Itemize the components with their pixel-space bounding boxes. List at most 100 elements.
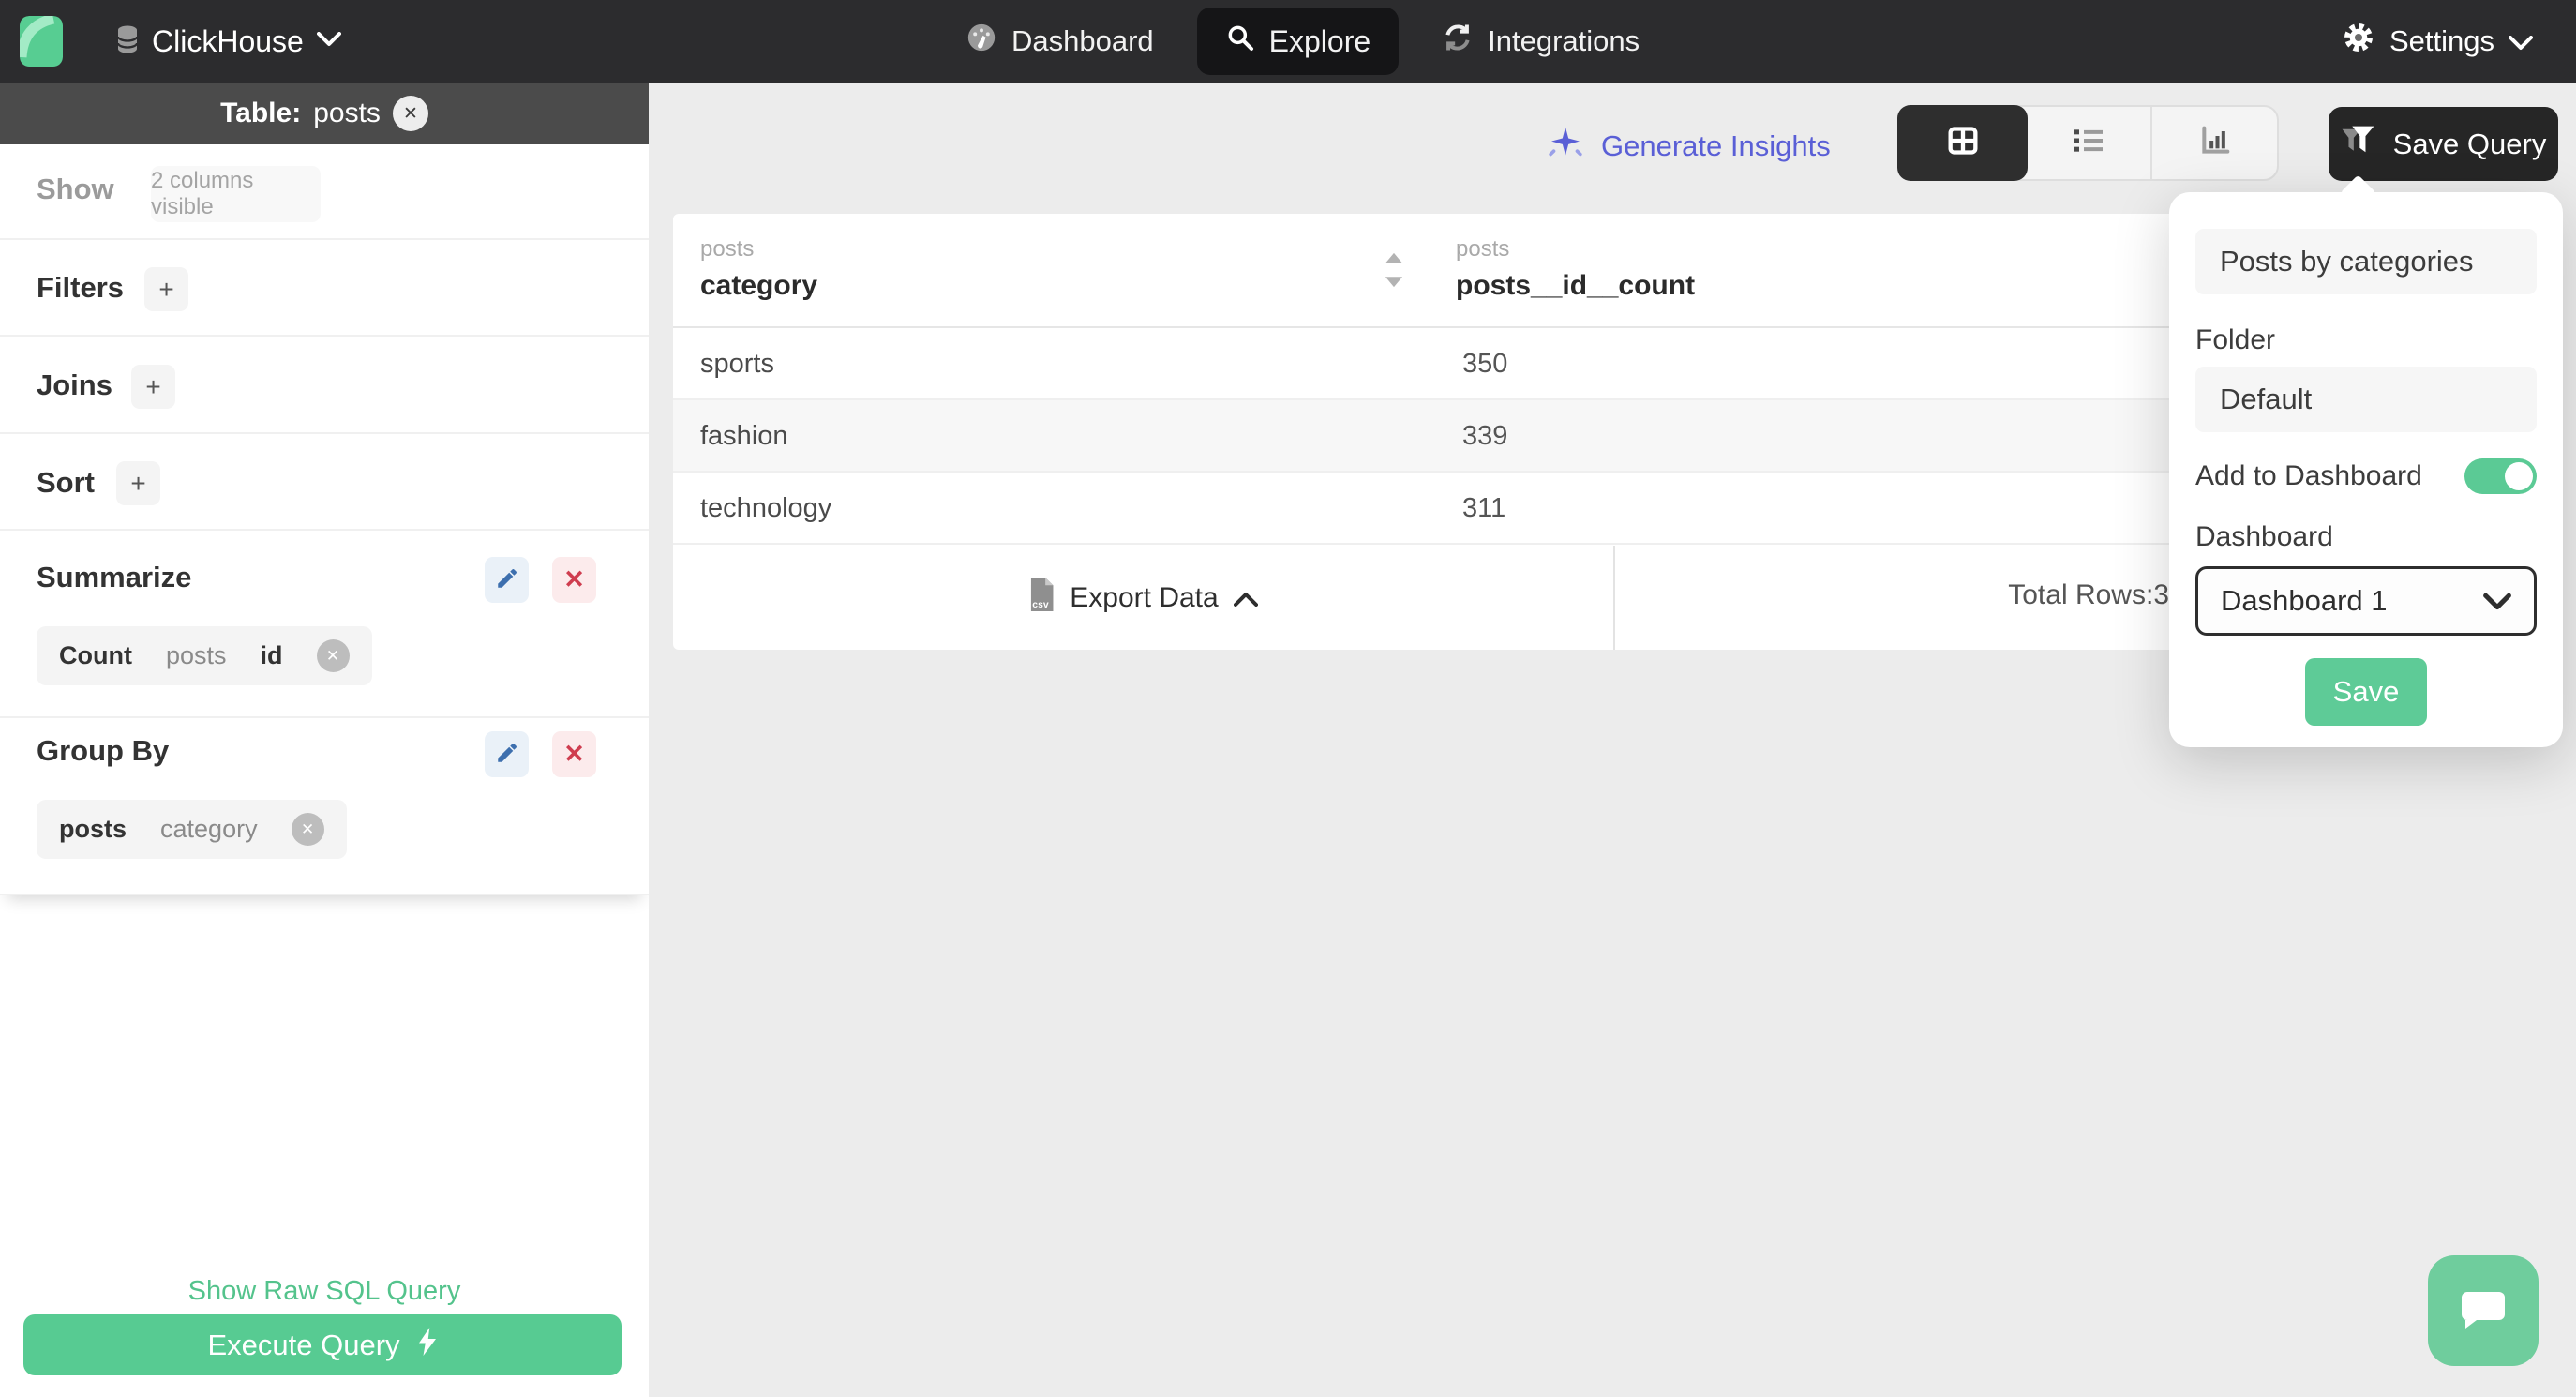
table-name: posts: [313, 98, 381, 128]
save-query-label: Save Query: [2392, 127, 2547, 160]
add-to-dashboard-toggle[interactable]: [2464, 458, 2537, 494]
nav-item-integrations[interactable]: Integrations: [1432, 8, 1649, 74]
cell-count: 311: [1462, 493, 1506, 523]
x-icon: ✕: [563, 565, 585, 593]
export-data-label: Export Data: [1070, 581, 1219, 613]
add-to-dashboard-row: Add to Dashboard: [2195, 458, 2537, 494]
settings-menu[interactable]: Settings: [2342, 0, 2533, 83]
table-view-icon: [1944, 122, 1982, 164]
toggle-knob: [2505, 462, 2533, 490]
column-field-label: category: [700, 270, 818, 301]
edit-groupby-button[interactable]: [485, 731, 529, 777]
groupby-label: Group By: [37, 734, 170, 767]
view-list-button[interactable]: [2026, 107, 2152, 179]
list-view-icon: [2070, 122, 2107, 164]
summarize-chip: Count posts id ✕: [37, 626, 372, 685]
folder-label: Folder: [2195, 324, 2276, 355]
column-field-label: posts__id__count: [1456, 270, 1696, 301]
cell-category: fashion: [700, 421, 788, 451]
total-rows-value: 3: [2153, 579, 2169, 610]
funnel-icon: [2341, 124, 2378, 165]
pencil-icon: [495, 566, 519, 593]
circle-x-icon: ✕: [300, 819, 315, 838]
remove-groupby-button[interactable]: ✕: [552, 731, 596, 777]
show-raw-sql-link[interactable]: Show Raw SQL Query: [0, 1276, 649, 1307]
nav-item-explore[interactable]: Explore: [1196, 8, 1400, 75]
save-button[interactable]: Save: [2305, 658, 2427, 726]
app-logo: [20, 16, 63, 67]
chip-aggregation: Count: [59, 641, 132, 669]
columns-visible-chip[interactable]: 2 columns visible: [151, 166, 321, 222]
bolt-icon: [417, 1327, 438, 1363]
execute-query-button[interactable]: Execute Query: [23, 1314, 622, 1375]
add-join-button[interactable]: +: [131, 365, 175, 409]
sort-label: Sort: [37, 466, 95, 499]
column-group-label: posts: [1456, 236, 1510, 262]
cell-count: 350: [1462, 349, 1508, 379]
joins-section: Joins +: [0, 337, 649, 434]
nav-item-label: Integrations: [1488, 24, 1640, 57]
remove-chip-button[interactable]: ✕: [316, 639, 350, 672]
column-header-category[interactable]: posts category: [700, 236, 817, 302]
chip-table: posts: [165, 641, 227, 669]
execute-query-label: Execute Query: [207, 1328, 400, 1361]
remove-chip-button[interactable]: ✕: [291, 813, 324, 846]
add-filter-button[interactable]: +: [144, 267, 188, 311]
folder-input[interactable]: [2195, 367, 2537, 432]
total-rows-label: Total Rows:: [2008, 579, 2154, 610]
edit-summarize-button[interactable]: [485, 557, 529, 603]
cell-count: 339: [1462, 421, 1508, 451]
chevron-down-icon: [2509, 24, 2533, 58]
joins-label: Joins: [37, 368, 112, 401]
export-data-button[interactable]: csv Export Data: [673, 546, 1615, 650]
nav-item-label: Explore: [1268, 23, 1371, 58]
database-icon: [116, 25, 139, 58]
remove-summarize-button[interactable]: ✕: [552, 557, 596, 603]
query-name-input[interactable]: [2195, 229, 2537, 294]
add-to-dashboard-label: Add to Dashboard: [2195, 460, 2422, 491]
query-builder-sidebar: Table: posts ✕ Show 2 columns visible Fi…: [0, 83, 649, 1397]
settings-label: Settings: [2389, 24, 2494, 57]
view-table-button[interactable]: [1897, 105, 2028, 181]
close-icon: ✕: [402, 103, 418, 124]
pencil-icon: [495, 741, 519, 768]
connection-select[interactable]: ClickHouse: [116, 0, 341, 83]
view-chart-button[interactable]: [2152, 107, 2277, 179]
circle-x-icon: ✕: [325, 646, 340, 665]
total-rows: Total Rows:3: [2008, 579, 2169, 611]
cell-category: technology: [700, 493, 832, 523]
main-nav: Dashboard Explore Integrations: [956, 0, 1649, 83]
save-query-button[interactable]: Save Query: [2329, 107, 2558, 181]
add-sort-button[interactable]: +: [116, 461, 160, 505]
summarize-section: Summarize ✕ Count posts id ✕: [0, 531, 649, 718]
column-header-count[interactable]: posts posts__id__count: [1456, 236, 1695, 302]
sort-icon[interactable]: [1384, 251, 1404, 293]
filters-label: Filters: [37, 271, 125, 304]
csv-icon: csv: [1028, 577, 1055, 619]
generate-insights-link[interactable]: Generate Insights: [1547, 124, 1831, 169]
groupby-chip: posts category ✕: [37, 800, 347, 859]
x-icon: ✕: [563, 740, 585, 768]
chat-button[interactable]: [2428, 1255, 2539, 1366]
column-group-label: posts: [700, 236, 755, 262]
table-header-label: Table:: [220, 98, 302, 128]
dashboard-label: Dashboard: [2195, 521, 2333, 552]
chevron-up-icon: [1233, 582, 1258, 614]
remove-table-button[interactable]: ✕: [392, 96, 428, 131]
generate-insights-label: Generate Insights: [1601, 129, 1831, 162]
chip-table: posts: [59, 815, 127, 843]
plus-icon: +: [145, 371, 161, 401]
nav-item-dashboard[interactable]: Dashboard: [956, 8, 1163, 74]
groupby-section: Group By ✕ posts category ✕: [0, 718, 649, 895]
app-root: ClickHouse Dashboard Explore Integration…: [0, 0, 2576, 1397]
cell-category: sports: [700, 349, 774, 379]
save-query-popover: Folder Add to Dashboard Dashboard Dashbo…: [2169, 174, 2563, 747]
show-section: Show 2 columns visible: [0, 144, 649, 240]
sort-section: Sort +: [0, 434, 649, 531]
builder-sections: Show 2 columns visible Filters + Joins +…: [0, 144, 649, 895]
sync-icon: [1442, 22, 1474, 61]
nav-item-label: Dashboard: [1011, 24, 1154, 57]
dashboard-select[interactable]: Dashboard 1: [2195, 566, 2537, 636]
summarize-label: Summarize: [37, 561, 192, 593]
show-label: Show: [37, 173, 114, 205]
